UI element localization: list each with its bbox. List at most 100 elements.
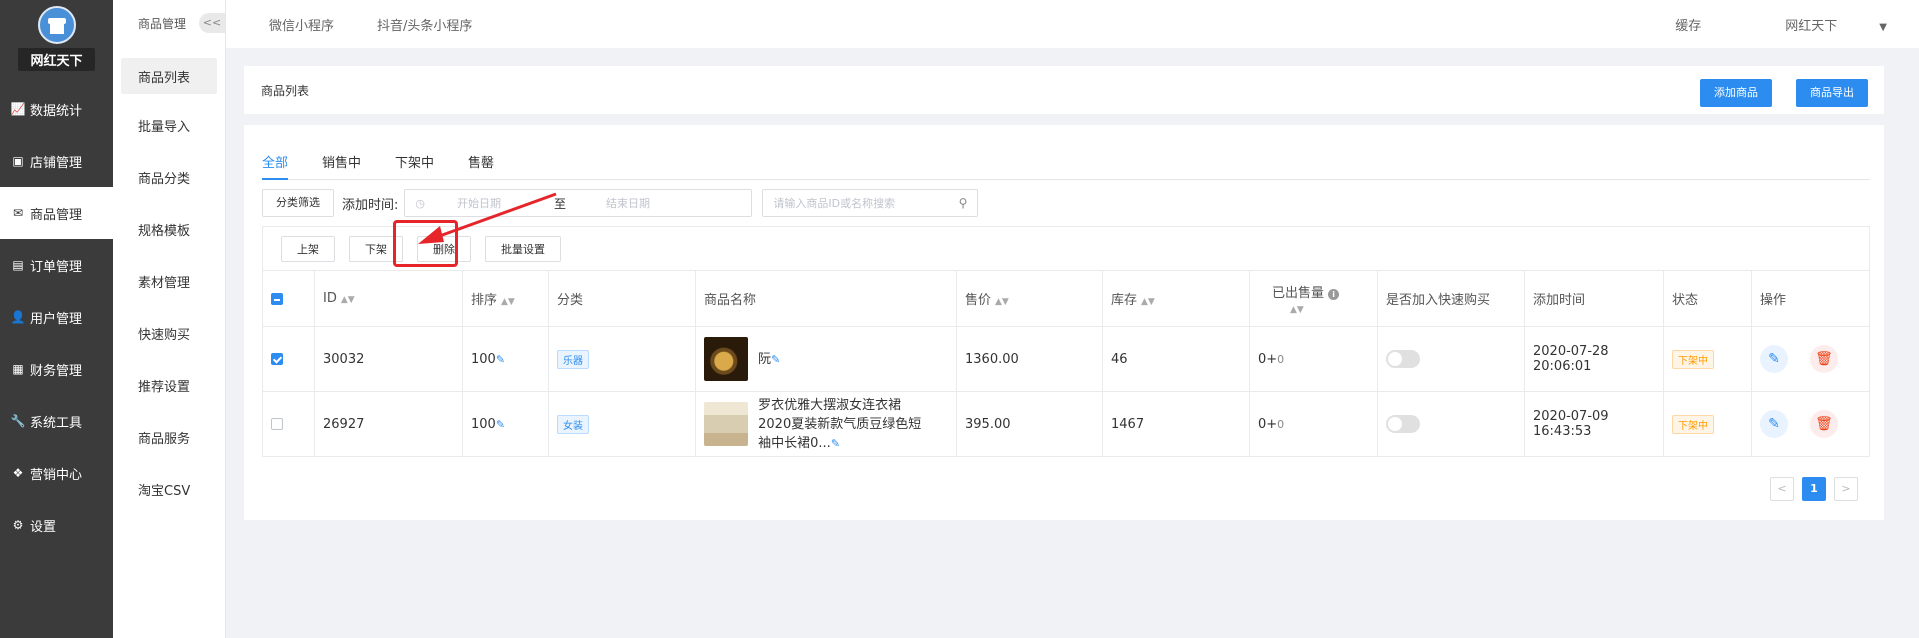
brand: 网红天下 [0,0,113,83]
sub-item-materials[interactable]: 素材管理 [113,255,225,307]
col-id[interactable]: ID ▲▼ [314,270,463,327]
nav-item-marketing[interactable]: ❖ 营销中心 [0,447,113,499]
tab-on-sale[interactable]: 销售中 [322,152,361,180]
page-1-button[interactable]: 1 [1802,477,1826,501]
cell-id: 26927 [314,391,463,457]
chevron-down-icon: ▼ [1879,21,1887,33]
user-menu[interactable]: 网红天下 ▼ [1743,15,1887,34]
nav-item-orders[interactable]: ▤ 订单管理 [0,239,113,291]
cell-price: 395.00 [956,391,1103,457]
product-thumbnail[interactable] [704,402,748,446]
category-tag: 女装 [557,414,589,434]
category-filter-button[interactable]: 分类筛选 [262,189,334,217]
cell-sort[interactable]: 100✎ [462,326,549,392]
sort-icon: ▲▼ [1290,304,1304,315]
sub-item-quick-buy[interactable]: 快速购买 [113,307,225,359]
cell-id: 30032 [314,326,463,392]
tab-douyin-miniprogram[interactable]: 抖音/头条小程序 [377,15,472,34]
cell-sort[interactable]: 100✎ [462,391,549,457]
sub-item-batch-import[interactable]: 批量导入 [113,99,225,151]
sub-item-spec-template[interactable]: 规格模板 [113,203,225,255]
table-row: 26927 100✎ 女装 罗衣优雅大摆淑女连衣裙2020夏装新款气质豆绿色短袖… [262,391,1870,457]
product-thumbnail[interactable] [704,337,748,381]
nav-item-users[interactable]: 👤 用户管理 [0,291,113,343]
trash-icon[interactable]: 🗑 [1810,345,1838,373]
order-icon: ▤ [12,258,24,272]
nav-item-store[interactable]: ▣ 店铺管理 [0,135,113,187]
filter-row: 分类筛选 添加时间: ◷ 开始日期 至 结束日期 请输入商品ID或名称搜索 ⚲ [262,189,979,217]
edit-pencil-icon[interactable]: ✎ [496,418,505,431]
add-goods-button[interactable]: 添加商品 [1700,79,1772,107]
goods-table: ID ▲▼ 排序 ▲▼ 分类 商品名称 售价 ▲▼ 库存 ▲▼ 已出售量 i▲▼ 是否加… [262,270,1870,457]
list-on-button[interactable]: 上架 [281,235,335,262]
chart-icon: 📈 [10,102,26,116]
nav-item-stats[interactable]: 📈 数据统计 [0,83,113,135]
sub-menu-header: 商品管理 << [113,0,225,47]
quick-buy-toggle[interactable] [1386,415,1420,433]
tab-all[interactable]: 全部 [262,152,289,180]
nav-item-finance[interactable]: ▦ 财务管理 [0,343,113,395]
sub-item-category[interactable]: 商品分类 [113,151,225,203]
pagination: < 1 > [1762,477,1858,501]
edit-icon[interactable]: ✎ [1760,345,1788,373]
prev-page-button[interactable]: < [1770,477,1794,501]
edit-pencil-icon[interactable]: ✎ [496,353,505,366]
row-checkbox[interactable] [271,353,283,365]
col-sold[interactable]: 已出售量 i▲▼ [1249,270,1378,327]
sub-item-taobao-csv[interactable]: 淘宝CSV [113,463,225,515]
status-badge: 下架中 [1672,414,1714,434]
col-actions: 操作 [1751,270,1870,327]
cell-quick-buy [1377,391,1525,457]
col-status: 状态 [1663,270,1752,327]
sub-item-recommend[interactable]: 推荐设置 [113,359,225,411]
cell-quick-buy [1377,326,1525,392]
cell-category: 乐器 [548,326,696,392]
info-icon[interactable]: i [1328,288,1340,300]
nav-item-goods[interactable]: ✉ 商品管理 [0,187,113,239]
nav-item-tools[interactable]: 🔧 系统工具 [0,395,113,447]
search-input[interactable]: 请输入商品ID或名称搜索 ⚲ [762,189,979,217]
sub-item-goods-list[interactable]: 商品列表 [121,58,217,94]
edit-pencil-icon[interactable]: ✎ [831,437,840,450]
edit-icon[interactable]: ✎ [1760,410,1788,438]
row-checkbox[interactable] [271,418,283,430]
col-quick-buy: 是否加入快速购买 [1377,270,1525,327]
end-date-placeholder: 结束日期 [606,197,651,210]
trash-icon[interactable]: 🗑 [1810,410,1838,438]
cell-status: 下架中 [1663,391,1752,457]
tab-sold-out[interactable]: 售罄 [468,152,494,180]
cell-price: 1360.00 [956,326,1103,392]
sub-item-service[interactable]: 商品服务 [113,411,225,463]
collapse-button[interactable]: << [199,13,225,33]
cache-link[interactable]: 缓存 [1675,15,1701,34]
cell-category: 女装 [548,391,696,457]
tab-wechat-miniprogram[interactable]: 微信小程序 [269,15,334,34]
wrench-icon: 🔧 [10,414,26,428]
status-badge: 下架中 [1672,349,1714,369]
cell-status: 下架中 [1663,326,1752,392]
product-name: 阮 [758,351,772,367]
next-page-button[interactable]: > [1834,477,1858,501]
tab-off-shelf[interactable]: 下架中 [395,152,434,180]
export-goods-button[interactable]: 商品导出 [1796,79,1868,107]
col-price[interactable]: 售价 ▲▼ [956,270,1103,327]
quick-buy-toggle[interactable] [1386,350,1420,368]
edit-pencil-icon[interactable]: ✎ [771,353,780,366]
cell-stock: 1467 [1102,391,1250,457]
cell-add-time: 2020-07-28 20:06:01 [1524,326,1664,392]
col-sort[interactable]: 排序 ▲▼ [462,270,549,327]
top-right: 缓存 网红天下 ▼ [1633,0,1887,48]
col-stock[interactable]: 库存 ▲▼ [1102,270,1250,327]
nav-item-settings[interactable]: ⚙ 设置 [0,499,113,551]
cell-actions: ✎ 🗑 [1751,326,1870,392]
sort-icon: ▲▼ [340,295,355,305]
search-icon[interactable]: ⚲ [959,196,968,210]
user-name: 网红天下 [1785,18,1838,34]
select-all-checkbox[interactable] [271,292,283,305]
col-name: 商品名称 [695,270,957,327]
cell-sold: 0+0 [1249,391,1378,457]
main-sidebar: 网红天下 📈 数据统计 ▣ 店铺管理 ✉ 商品管理 ▤ 订单管理 👤 用户管理 ▦ 财务管理… [0,0,113,638]
cell-name: 罗衣优雅大摆淑女连衣裙2020夏装新款气质豆绿色短袖中长裙0...✎ [695,391,957,457]
cell-add-time: 2020-07-09 16:43:53 [1524,391,1664,457]
sort-icon: ▲▼ [1141,297,1155,307]
